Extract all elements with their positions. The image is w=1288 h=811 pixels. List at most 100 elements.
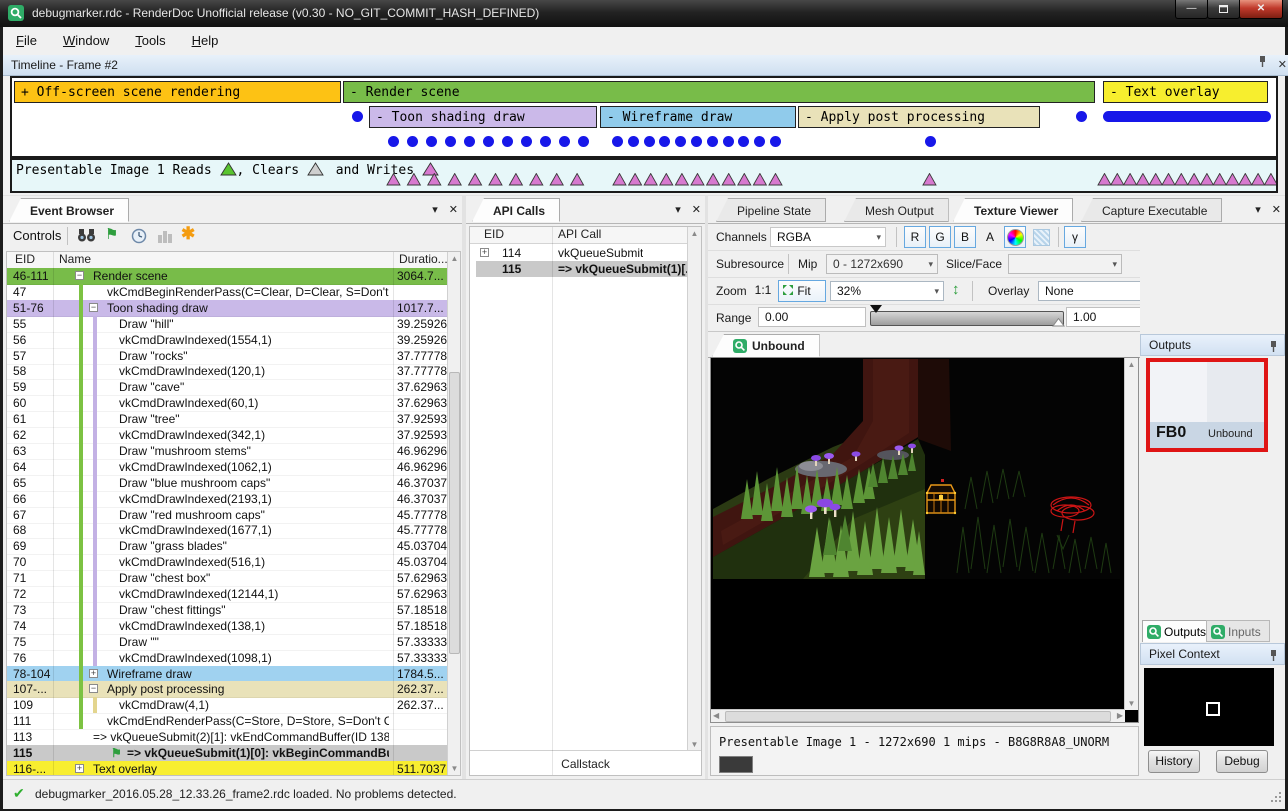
timeline-draw-pill[interactable]	[1103, 111, 1271, 122]
timeline-draw-dot[interactable]	[540, 136, 551, 147]
timeline-draw-dot[interactable]	[925, 136, 936, 147]
gamma-button[interactable]: γ	[1064, 226, 1086, 248]
time-draws-icon[interactable]	[131, 228, 147, 249]
collapse-icon[interactable]: −	[89, 684, 98, 693]
event-row[interactable]: 70vkCmdDrawIndexed(516,1)45.03704	[7, 554, 449, 571]
event-row[interactable]: 61Draw "tree"37.92593	[7, 411, 449, 428]
range-min-input[interactable]: 0.00	[758, 307, 866, 327]
close-icon[interactable]: ✕	[1272, 204, 1281, 216]
timeline-marker-toon-shading-draw[interactable]: - Toon shading draw	[369, 106, 597, 128]
api-scrollbar[interactable]: ▲ ▼	[687, 227, 701, 751]
event-row[interactable]: 109vkCmdDraw(4,1)262.37...	[7, 697, 449, 714]
timeline-draw-dot[interactable]	[352, 111, 363, 122]
range-white-marker[interactable]	[1052, 314, 1065, 332]
event-row[interactable]: 60vkCmdDrawIndexed(60,1)37.62963	[7, 395, 449, 412]
event-row[interactable]: 113=> vkQueueSubmit(2)[1]: vkEndCommandB…	[7, 729, 449, 746]
event-row[interactable]: 65Draw "blue mushroom caps"46.37037	[7, 475, 449, 492]
event-scrollbar-thumb[interactable]	[449, 372, 460, 654]
tab-unbound-texture[interactable]: Unbound	[712, 334, 820, 357]
hatch-button[interactable]	[1030, 226, 1052, 248]
timeline-draw-dot[interactable]	[675, 136, 686, 147]
col-api-call[interactable]: API Call	[558, 227, 601, 241]
minimize-button[interactable]: —	[1175, 0, 1208, 19]
col-eid[interactable]: EID	[15, 252, 35, 266]
event-row[interactable]: 62vkCmdDrawIndexed(342,1)37.92593	[7, 427, 449, 444]
event-scrollbar[interactable]: ▲ ▼	[447, 252, 461, 775]
event-row[interactable]: 72vkCmdDrawIndexed(12144,1)57.62963	[7, 586, 449, 603]
zoom-fit-button[interactable]: Fit	[778, 280, 826, 302]
panel-menu-icon[interactable]: ▾	[1255, 204, 1261, 216]
event-row[interactable]: 111vkCmdEndRenderPass(C=Store, D=Store, …	[7, 713, 449, 730]
close-icon[interactable]: ✕	[449, 204, 458, 216]
timeline-draw-dot[interactable]	[445, 136, 456, 147]
tab-event-browser[interactable]: Event Browser	[9, 198, 129, 222]
event-row[interactable]: 68vkCmdDrawIndexed(1677,1)45.77778	[7, 522, 449, 539]
channel-a-button[interactable]: A	[979, 226, 1001, 248]
range-black-marker[interactable]	[870, 305, 882, 313]
timeline-draw-dot[interactable]	[388, 136, 399, 147]
tab-pipeline-state[interactable]: Pipeline State	[716, 198, 826, 222]
pixel-context-view[interactable]	[1144, 668, 1274, 746]
timeline-draw-dot[interactable]	[483, 136, 494, 147]
col-name[interactable]: Name	[59, 252, 91, 266]
sliceface-select[interactable]: ▾	[1008, 254, 1122, 274]
event-row[interactable]: 74vkCmdDrawIndexed(138,1)57.18518	[7, 618, 449, 635]
timeline-draw-dot[interactable]	[464, 136, 475, 147]
timeline-draw-dot[interactable]	[559, 136, 570, 147]
event-row[interactable]: 58vkCmdDrawIndexed(120,1)37.77778	[7, 363, 449, 380]
timeline-marker-apply-post-processing[interactable]: - Apply post processing	[798, 106, 1040, 128]
close-icon[interactable]: ✕	[692, 204, 701, 216]
zoom-select[interactable]: 32%▾	[830, 281, 944, 301]
timeline-draw-dot[interactable]	[707, 136, 718, 147]
event-row[interactable]: 63Draw "mushroom stems"46.96296	[7, 443, 449, 460]
texture-image[interactable]	[713, 359, 1120, 579]
event-row[interactable]: 55Draw "hill"39.25926	[7, 316, 449, 333]
col-eid[interactable]: EID	[484, 227, 504, 241]
tab-mesh-output[interactable]: Mesh Output	[844, 198, 949, 222]
overlay-select[interactable]: None▾	[1038, 281, 1154, 301]
mip-select[interactable]: 0 - 1272x690▾	[826, 254, 938, 274]
close-icon[interactable]: ✕	[1278, 59, 1287, 71]
expand-icon[interactable]: +	[480, 248, 489, 257]
channel-r-button[interactable]: R	[904, 226, 926, 248]
timeline-draw-dot[interactable]	[754, 136, 765, 147]
find-icon[interactable]	[77, 228, 96, 248]
flip-y-icon[interactable]: ↕	[952, 281, 960, 298]
tab-inputs[interactable]: Inputs	[1206, 620, 1270, 642]
event-row[interactable]: 76vkCmdDrawIndexed(1098,1)57.33333	[7, 650, 449, 667]
timeline-draw-dot[interactable]	[770, 136, 781, 147]
timeline-draw-dot[interactable]	[628, 136, 639, 147]
timeline-marker-wireframe-draw[interactable]: - Wireframe draw	[600, 106, 796, 128]
range-slider[interactable]	[870, 311, 1064, 326]
colorwheel-button[interactable]	[1004, 226, 1026, 248]
expand-icon[interactable]: +	[89, 669, 98, 678]
event-row[interactable]: −107-...Apply post processing262.37...	[7, 681, 449, 698]
callstack-label[interactable]: Callstack	[470, 757, 701, 771]
channel-b-button[interactable]: B	[954, 226, 976, 248]
menu-tools[interactable]: Tools	[122, 27, 178, 55]
event-row[interactable]: 73Draw "chest fittings"57.18518	[7, 602, 449, 619]
event-row[interactable]: 71Draw "chest box"57.62963	[7, 570, 449, 587]
expand-icon[interactable]: +	[75, 764, 84, 773]
texture-hscrollbar[interactable]: ◀ ▶	[711, 709, 1125, 722]
event-row[interactable]: 69Draw "grass blades"45.03704	[7, 538, 449, 555]
timeline-draw-dot[interactable]	[612, 136, 623, 147]
zoom-1to1-button[interactable]: 1:1	[750, 280, 776, 302]
goto-flag-icon[interactable]: ⚑	[105, 225, 118, 243]
timeline-marker-text-overlay[interactable]: - Text overlay	[1103, 81, 1268, 103]
timeline-draw-dot[interactable]	[723, 136, 734, 147]
event-row[interactable]: −51-76Toon shading draw1017.7...	[7, 300, 449, 317]
timeline-draw-dot[interactable]	[521, 136, 532, 147]
timeline-draw-dot[interactable]	[738, 136, 749, 147]
pin-icon[interactable]	[1269, 648, 1278, 669]
timeline-marker-render-scene[interactable]: - Render scene	[343, 81, 1095, 103]
channels-select[interactable]: RGBA▾	[770, 227, 886, 247]
timeline-draw-dot[interactable]	[407, 136, 418, 147]
timeline-draw-dot[interactable]	[644, 136, 655, 147]
timeline-draw-dot[interactable]	[659, 136, 670, 147]
tab-api-calls[interactable]: API Calls	[472, 198, 560, 222]
event-row[interactable]: −46-111Render scene3064.7...	[7, 268, 449, 285]
channel-g-button[interactable]: G	[929, 226, 951, 248]
panel-menu-icon[interactable]: ▾	[675, 204, 681, 216]
tab-texture-viewer[interactable]: Texture Viewer	[953, 198, 1073, 222]
